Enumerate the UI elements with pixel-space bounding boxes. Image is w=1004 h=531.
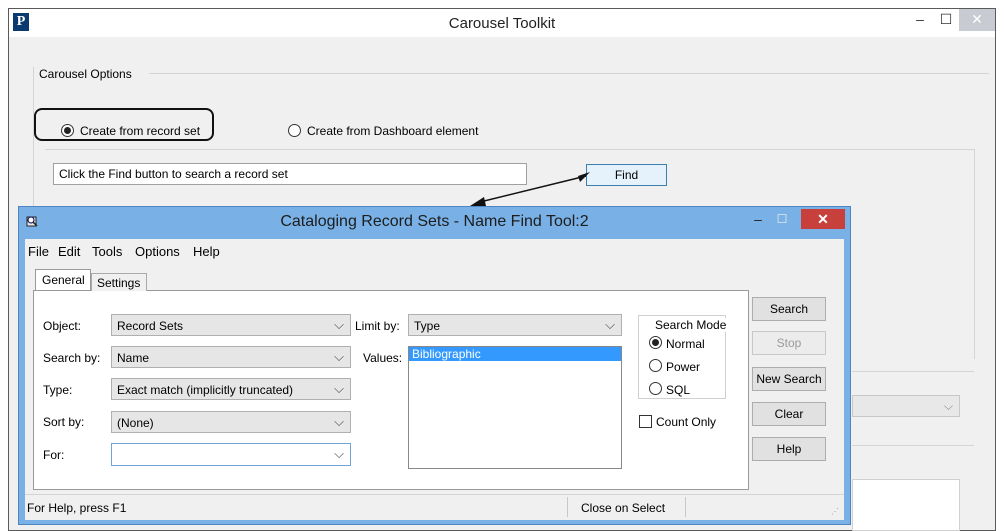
sort-by-label: Sort by: <box>43 415 85 429</box>
search-by-select[interactable]: Name ⌵ <box>111 346 351 368</box>
object-value: Record Sets <box>117 319 184 333</box>
search-mode-sql-radio[interactable] <box>649 382 662 395</box>
values-list[interactable]: Bibliographic <box>408 346 622 469</box>
count-only-label: Count Only <box>656 415 717 429</box>
limit-by-select[interactable]: Type ⌵ <box>408 314 622 336</box>
limit-by-value: Type <box>414 319 441 333</box>
dialog-minimize-button[interactable]: – <box>747 211 769 229</box>
sort-by-select[interactable]: (None) ⌵ <box>111 411 351 433</box>
dialog-client: File Edit Tools Options Help General Set… <box>25 239 844 520</box>
chevron-down-icon: ⌵ <box>334 414 344 429</box>
menu-file[interactable]: File <box>28 244 49 259</box>
dialog-close-button[interactable]: ✕ <box>801 209 845 229</box>
values-list-item[interactable]: Bibliographic <box>409 347 621 361</box>
search-button[interactable]: Search <box>752 297 826 321</box>
tab-settings[interactable]: Settings <box>91 273 147 291</box>
status-divider-2 <box>685 497 686 517</box>
dialog-maximize-button[interactable]: ☐ <box>771 211 793 229</box>
values-label: Values: <box>363 351 403 365</box>
status-divider <box>567 497 568 517</box>
menu-tools[interactable]: Tools <box>92 244 122 259</box>
type-label: Type: <box>43 383 73 397</box>
dialog-title: Cataloging Record Sets - Name Find Tool:… <box>280 213 589 230</box>
count-only-checkbox[interactable] <box>639 415 652 428</box>
object-select[interactable]: Record Sets ⌵ <box>111 314 351 336</box>
search-mode-title: Search Mode <box>653 318 729 332</box>
chevron-down-icon: ⌵ <box>334 381 344 396</box>
chevron-down-icon: ⌵ <box>334 317 344 332</box>
status-help-text: For Help, press F1 <box>27 501 127 515</box>
name-find-tool-dialog: Cataloging Record Sets - Name Find Tool:… <box>18 206 851 525</box>
type-value: Exact match (implicitly truncated) <box>117 383 294 397</box>
resize-grip-icon[interactable]: ⋰ <box>831 507 839 516</box>
menu-help[interactable]: Help <box>193 244 220 259</box>
new-search-button[interactable]: New Search <box>752 367 826 391</box>
for-combo[interactable]: ⌵ <box>111 443 351 466</box>
search-mode-normal-label: Normal <box>666 337 705 351</box>
for-label: For: <box>43 448 65 462</box>
search-mode-normal-radio[interactable] <box>649 336 662 349</box>
menu-options[interactable]: Options <box>135 244 180 259</box>
search-by-value: Name <box>117 351 150 365</box>
search-mode-sql-label: SQL <box>666 383 691 397</box>
type-select[interactable]: Exact match (implicitly truncated) ⌵ <box>111 378 351 400</box>
stop-button[interactable]: Stop <box>752 331 826 355</box>
tab-general[interactable]: General <box>35 269 91 290</box>
menu-edit[interactable]: Edit <box>58 244 80 259</box>
search-mode-power-label: Power <box>666 360 701 374</box>
status-close-on-select: Close on Select <box>581 501 666 515</box>
chevron-down-icon: ⌵ <box>334 446 344 461</box>
search-mode-power-radio[interactable] <box>649 359 662 372</box>
search-by-label: Search by: <box>43 351 101 365</box>
clear-button[interactable]: Clear <box>752 402 826 426</box>
chevron-down-icon: ⌵ <box>334 349 344 364</box>
chevron-down-icon: ⌵ <box>605 317 615 332</box>
help-button[interactable]: Help <box>752 437 826 461</box>
sort-by-value: (None) <box>117 416 154 430</box>
limit-by-label: Limit by: <box>355 319 400 333</box>
status-bar: For Help, press F1 Close on Select ⋰ <box>25 494 844 520</box>
object-label: Object: <box>43 319 82 333</box>
